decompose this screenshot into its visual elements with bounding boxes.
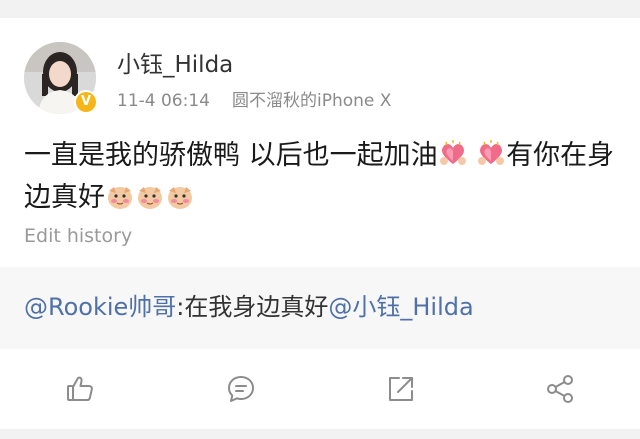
post-meta: 11-4 06:14 圆不溜秋的iPhone X xyxy=(117,90,391,112)
repost-text: :在我身边真好 xyxy=(176,293,329,321)
heart-hands-emoji xyxy=(438,139,468,169)
mention-link[interactable]: @Rookie帅哥 xyxy=(24,293,176,321)
repost-content: @Rookie帅哥:在我身边真好@小钰_Hilda xyxy=(24,291,474,323)
post-content: 一直是我的骄傲鸭 以后也一起加油 有你在身边真好 xyxy=(24,135,620,219)
post-source: 圆不溜秋的iPhone X xyxy=(231,91,392,111)
share-external-icon[interactable] xyxy=(385,373,417,405)
heart-hands-emoji xyxy=(476,139,506,169)
timestamp: 11-4 06:14 xyxy=(117,91,210,111)
verified-badge-icon: V xyxy=(74,90,98,114)
post-card: V 小钰_Hilda 11-4 06:14 圆不溜秋的iPhone X 一直是我的… xyxy=(0,18,640,267)
mention-link[interactable]: @小钰_Hilda xyxy=(328,293,473,321)
action-bar xyxy=(0,349,640,429)
comment-icon[interactable] xyxy=(225,373,257,405)
username[interactable]: 小钰_Hilda xyxy=(117,50,233,80)
repost-panel[interactable]: @Rookie帅哥:在我身边真好@小钰_Hilda xyxy=(0,267,640,349)
top-spacer xyxy=(0,0,640,18)
post-text-part1: 一直是我的骄傲鸭 以后也一起加油 xyxy=(24,140,438,171)
shy-face-emoji xyxy=(105,181,135,211)
bottom-spacer xyxy=(0,429,640,439)
thumbs-up-icon[interactable] xyxy=(64,373,96,405)
shy-face-emoji xyxy=(135,181,165,211)
shy-face-emoji xyxy=(165,181,195,211)
share-nodes-icon[interactable] xyxy=(544,373,576,405)
edit-history-link[interactable]: Edit history xyxy=(24,224,132,248)
